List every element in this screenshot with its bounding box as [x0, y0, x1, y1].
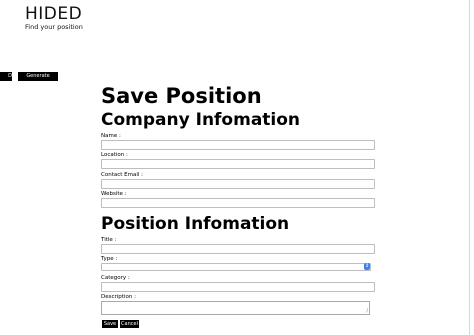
type-label: Type :: [101, 256, 118, 262]
generate-dummy-button[interactable]: Generate Dummy: [18, 72, 58, 88]
save-button[interactable]: Save: [102, 320, 118, 328]
name-label: Name :: [101, 133, 121, 139]
logo-name: HIDED: [25, 4, 83, 24]
position-info-heading: Position Infomation: [101, 214, 290, 234]
title-input[interactable]: [101, 244, 375, 254]
select-arrows-icon: ↕: [364, 263, 370, 270]
company-info-heading: Company Infomation: [101, 110, 301, 130]
description-label: Description :: [101, 294, 136, 300]
d-button[interactable]: D: [0, 72, 12, 81]
location-input[interactable]: [101, 159, 375, 169]
page-right-border: [469, 0, 470, 335]
contact-email-label: Contact Email :: [101, 172, 144, 178]
site-logo[interactable]: HIDED Find your position: [25, 5, 83, 31]
website-input[interactable]: [101, 198, 375, 208]
page-title: Save Position: [101, 84, 262, 108]
logo-tagline: Find your position: [25, 23, 83, 31]
category-label: Category :: [101, 275, 130, 281]
title-label: Title :: [101, 237, 117, 243]
category-input[interactable]: [101, 282, 375, 292]
website-label: Website :: [101, 191, 127, 197]
location-label: Location :: [101, 152, 128, 158]
type-select[interactable]: ↕: [101, 263, 371, 271]
contact-email-input[interactable]: [101, 179, 375, 189]
resize-grip-icon[interactable]: ∕: [366, 309, 368, 314]
name-input[interactable]: [101, 140, 375, 150]
cancel-button[interactable]: Cancel: [120, 320, 139, 328]
description-textarea[interactable]: ∕: [101, 301, 370, 315]
